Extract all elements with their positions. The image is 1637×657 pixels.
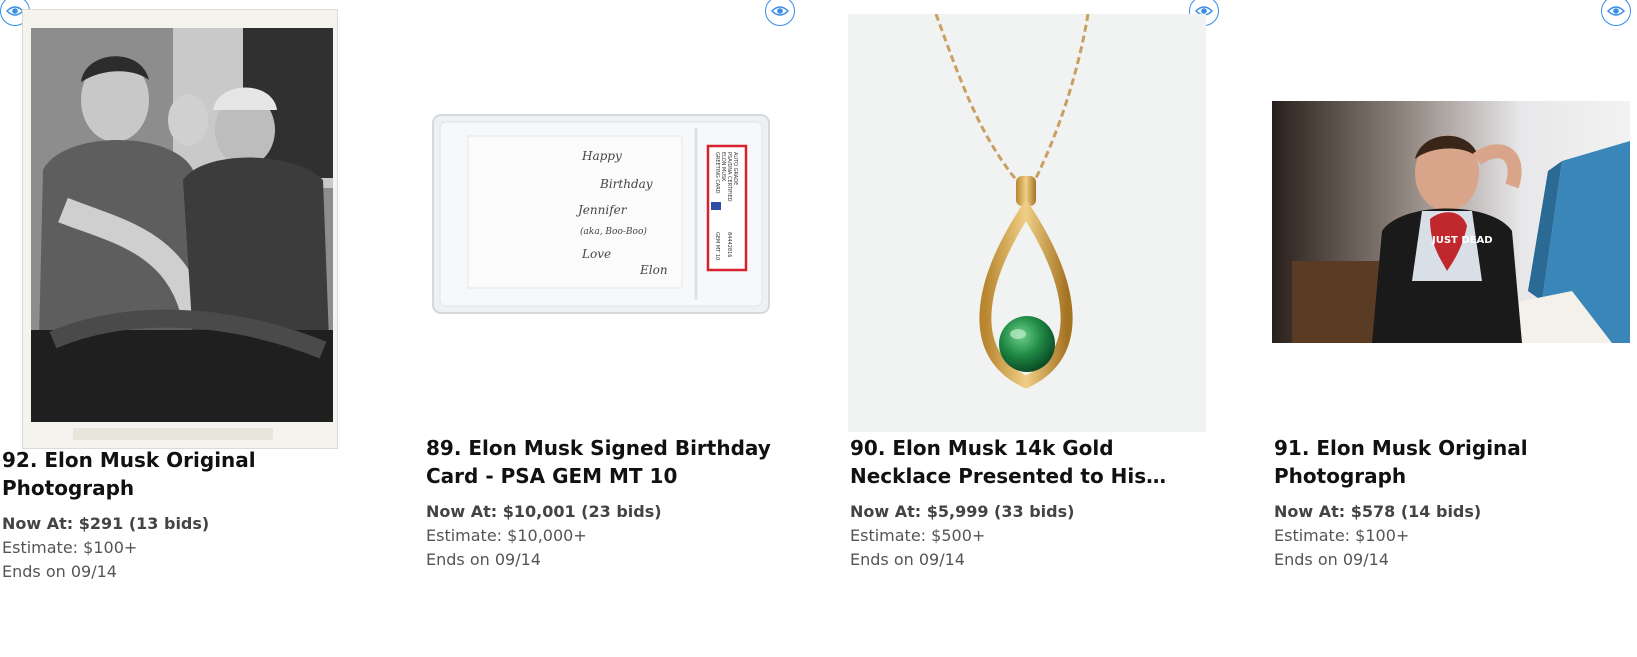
psa-label-text: ELON MUSK <box>720 152 726 182</box>
lot-image[interactable] <box>22 9 338 449</box>
end-date: Ends on 09/14 <box>850 550 965 569</box>
psa-label-text: 84442816 <box>726 232 732 257</box>
psa-label-text: PSA/DNA CERTIFIED <box>726 152 732 202</box>
lot-card[interactable]: Happy Birthday Jennifer (aka, Boo-Boo) L… <box>424 0 804 650</box>
estimate: Estimate: $10,000+ <box>426 526 587 545</box>
lot-card[interactable]: 90. Elon Musk 14k Gold Necklace Presente… <box>848 0 1228 650</box>
psa-label-text: GEM MT 10 <box>714 232 720 260</box>
lot-card[interactable]: JUST DEAD 91. Elon Musk Original Photogr… <box>1272 0 1637 650</box>
current-bid: Now At: $291 (13 bids) <box>2 514 210 533</box>
estimate: Estimate: $100+ <box>2 538 138 557</box>
end-date: Ends on 09/14 <box>426 550 541 569</box>
card-handwriting: Happy <box>581 149 622 163</box>
card-handwriting: Jennifer <box>575 203 628 217</box>
lot-image[interactable]: Happy Birthday Jennifer (aka, Boo-Boo) L… <box>432 114 770 314</box>
lot-image[interactable] <box>848 14 1206 432</box>
eye-icon <box>1607 6 1625 16</box>
estimate: Estimate: $500+ <box>850 526 986 545</box>
lot-title[interactable]: 90. Elon Musk 14k Gold Necklace Presente… <box>850 434 1220 490</box>
watch-eye-button[interactable] <box>1601 0 1631 26</box>
card-handwriting: Elon <box>639 263 668 277</box>
end-date: Ends on 09/14 <box>1274 550 1389 569</box>
card-handwriting: (aka, Boo-Boo) <box>580 226 647 237</box>
color-photograph-image: JUST DEAD <box>1272 101 1630 343</box>
psa-label-text: GREETING CARD <box>714 152 720 194</box>
lot-meta: Now At: $291 (13 bids) Estimate: $100+ E… <box>2 512 209 584</box>
psa-slab-card-image: Happy Birthday Jennifer (aka, Boo-Boo) L… <box>432 114 770 314</box>
current-bid: Now At: $578 (14 bids) <box>1274 502 1482 521</box>
lot-title[interactable]: 91. Elon Musk Original Photograph <box>1274 434 1637 490</box>
card-handwriting: Love <box>581 247 611 261</box>
black-white-photograph-image <box>31 28 333 440</box>
shirt-print-text: JUST DEAD <box>1431 235 1493 246</box>
lot-meta: Now At: $5,999 (33 bids) Estimate: $500+… <box>850 500 1074 572</box>
estimate: Estimate: $100+ <box>1274 526 1410 545</box>
gold-emerald-necklace-image <box>934 14 1090 389</box>
lot-image[interactable]: JUST DEAD <box>1272 101 1630 343</box>
lot-title[interactable]: 92. Elon Musk Original Photograph <box>2 446 372 502</box>
card-handwriting: Birthday <box>599 177 653 191</box>
lot-meta: Now At: $10,001 (23 bids) Estimate: $10,… <box>426 500 662 572</box>
current-bid: Now At: $5,999 (33 bids) <box>850 502 1075 521</box>
lot-title[interactable]: 89. Elon Musk Signed Birthday Card - PSA… <box>426 434 796 490</box>
end-date: Ends on 09/14 <box>2 562 117 581</box>
psa-label-text: AUTO GRADE <box>732 152 738 185</box>
lot-meta: Now At: $578 (14 bids) Estimate: $100+ E… <box>1274 500 1481 572</box>
current-bid: Now At: $10,001 (23 bids) <box>426 502 662 521</box>
lot-card[interactable]: 92. Elon Musk Original Photograph Now At… <box>0 0 380 650</box>
eye-icon <box>771 6 789 16</box>
watch-eye-button[interactable] <box>765 0 795 26</box>
